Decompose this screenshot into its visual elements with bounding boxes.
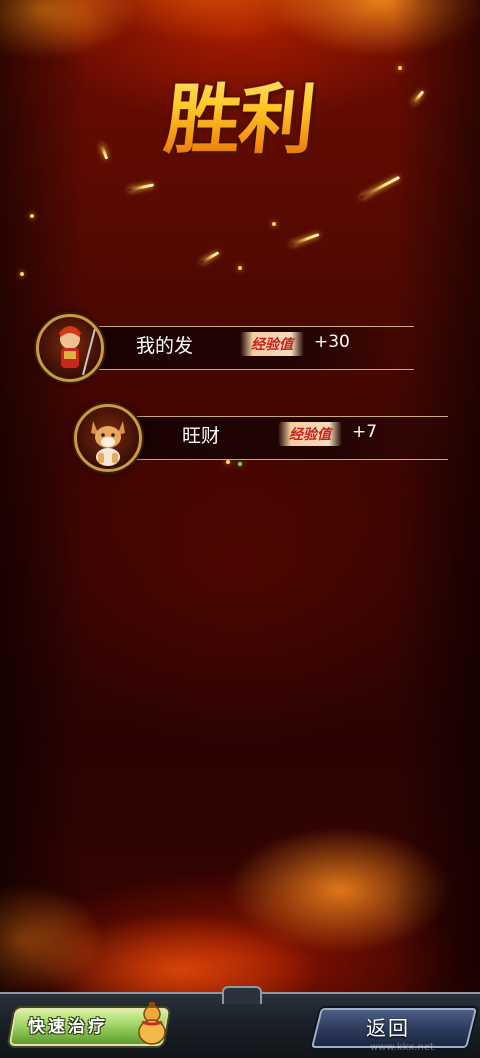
exp-value: +7 [352,422,378,442]
reward-name: 旺财 [182,425,221,447]
exp-label: 经验值 [278,422,342,446]
quick-heal-label[interactable]: 快速治疗 [28,1012,108,1037]
ember [398,66,402,70]
reward-row-hero: 我的发 经验值 +30 [34,314,414,382]
ember [30,214,34,218]
victory-screen: 胜利 我的发 经验值 +30 旺财 经验值 +7 快速治疗 返回 www.kkx… [0,0,480,1058]
dog-pet-icon [74,404,142,472]
ember [20,272,24,276]
reward-row-pet: 旺财 经验值 +7 [72,404,448,472]
bar-ornament [222,986,262,1004]
warrior-hero-icon [36,314,104,382]
exp-value: +30 [314,332,350,352]
gourd-icon [134,1000,170,1046]
ember [272,222,276,226]
exp-label: 经验值 [240,332,304,356]
back-button-label[interactable]: 返回 [366,1012,410,1041]
victory-title: 胜利 [133,48,347,178]
watermark: www.kkx.net [370,1042,434,1053]
reward-name: 我的发 [136,335,194,357]
ember [238,266,242,270]
